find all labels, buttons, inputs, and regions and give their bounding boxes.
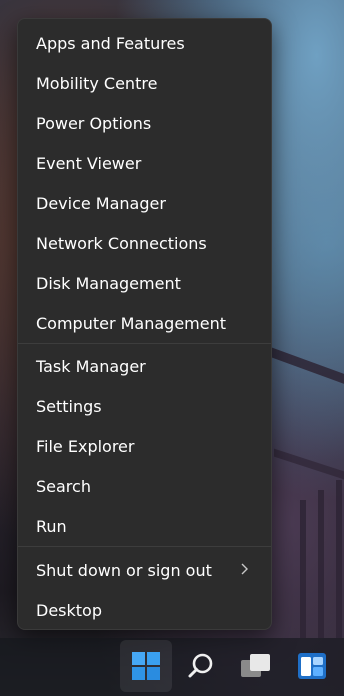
search-icon <box>188 653 213 678</box>
menu-item-label: Run <box>36 516 67 536</box>
menu-item-label: Disk Management <box>36 273 181 293</box>
task-view-button[interactable] <box>230 640 282 692</box>
menu-item-disk-management[interactable]: Disk Management <box>18 263 271 303</box>
widgets-icon <box>298 653 326 679</box>
menu-item-settings[interactable]: Settings <box>18 386 271 426</box>
menu-item-label: Apps and Features <box>36 33 185 53</box>
taskbar-search-button[interactable] <box>175 640 227 692</box>
start-button[interactable] <box>120 640 172 692</box>
menu-item-mobility-centre[interactable]: Mobility Centre <box>18 63 271 103</box>
menu-item-label: Event Viewer <box>36 153 142 173</box>
menu-item-computer-management[interactable]: Computer Management <box>18 303 271 343</box>
menu-item-label: Desktop <box>36 600 102 620</box>
menu-item-label: Mobility Centre <box>36 73 158 93</box>
menu-item-file-explorer[interactable]: File Explorer <box>18 426 271 466</box>
wallpaper-post <box>318 490 324 638</box>
menu-item-power-options[interactable]: Power Options <box>18 103 271 143</box>
menu-item-event-viewer[interactable]: Event Viewer <box>18 143 271 183</box>
menu-item-search[interactable]: Search <box>18 466 271 506</box>
menu-item-label: File Explorer <box>36 436 135 456</box>
menu-item-apps-and-features[interactable]: Apps and Features <box>18 23 271 63</box>
menu-item-shut-down-or-sign-out[interactable]: Shut down or sign out <box>18 550 271 590</box>
quick-link-menu: Apps and Features Mobility Centre Power … <box>17 18 272 630</box>
widgets-button[interactable] <box>286 640 338 692</box>
menu-item-label: Settings <box>36 396 102 416</box>
menu-item-network-connections[interactable]: Network Connections <box>18 223 271 263</box>
menu-item-label: Power Options <box>36 113 152 133</box>
chevron-right-icon <box>241 563 248 575</box>
menu-item-label: Computer Management <box>36 313 227 333</box>
menu-item-desktop[interactable]: Desktop <box>18 590 271 629</box>
wallpaper-post <box>300 500 306 638</box>
menu-item-label: Network Connections <box>36 233 207 253</box>
task-view-icon <box>241 654 270 677</box>
menu-separator <box>18 546 271 547</box>
menu-item-task-manager[interactable]: Task Manager <box>18 346 271 386</box>
wallpaper-post <box>336 480 342 638</box>
menu-item-device-manager[interactable]: Device Manager <box>18 183 271 223</box>
menu-item-label: Shut down or sign out <box>36 560 212 580</box>
menu-separator <box>18 343 271 344</box>
menu-item-label: Task Manager <box>36 356 146 376</box>
menu-item-label: Search <box>36 476 91 496</box>
windows-start-icon <box>132 652 160 680</box>
menu-item-label: Device Manager <box>36 193 166 213</box>
menu-item-run[interactable]: Run <box>18 506 271 546</box>
